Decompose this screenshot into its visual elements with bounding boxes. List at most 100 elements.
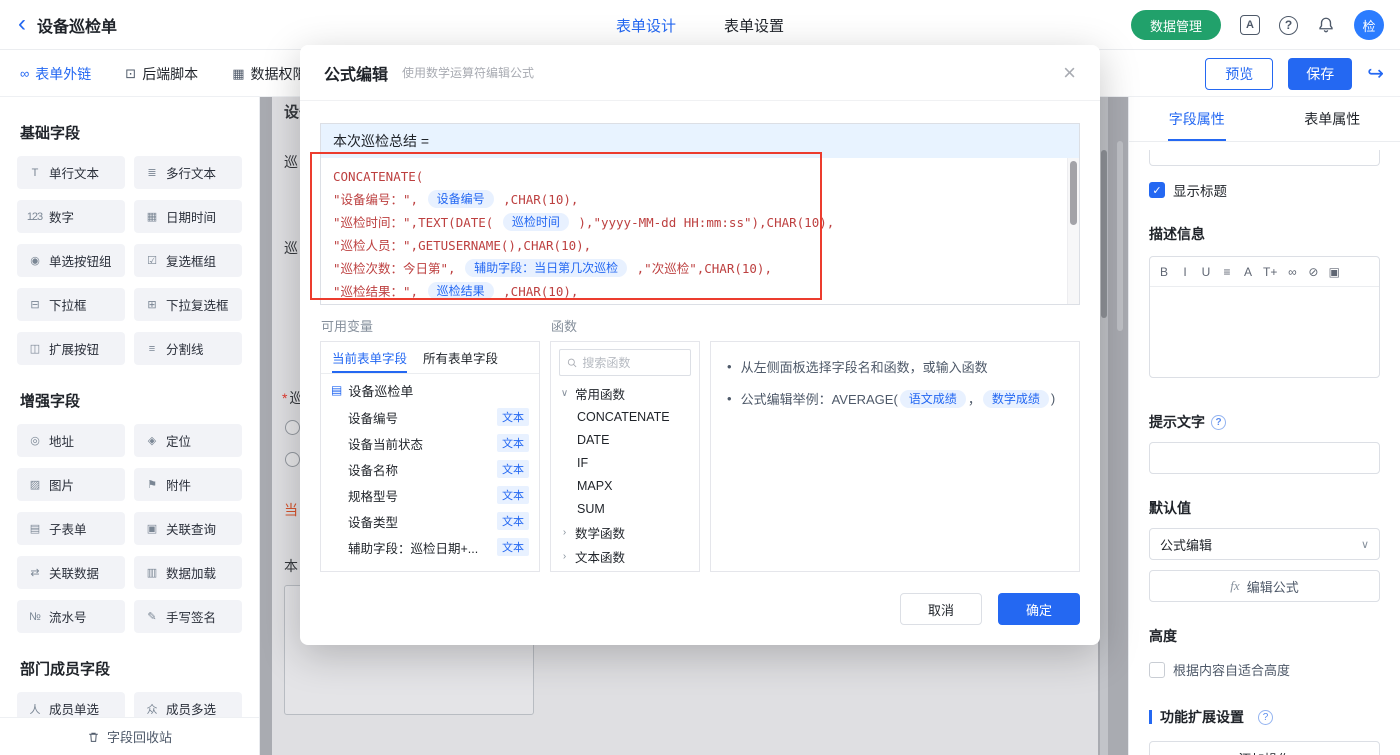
- hint-help-icon[interactable]: [1211, 415, 1226, 430]
- field-type-chip[interactable]: 123数字: [17, 200, 125, 233]
- function-item[interactable]: CONCATENATE: [551, 405, 699, 428]
- trash-icon: [87, 730, 100, 744]
- data-manage-button[interactable]: 数据管理: [1131, 10, 1221, 40]
- extension-help-icon[interactable]: [1258, 710, 1273, 725]
- font-size-icon[interactable]: T+: [1263, 265, 1277, 279]
- field-type-chip[interactable]: ⇄关联数据: [17, 556, 125, 589]
- hint-text-input[interactable]: [1149, 442, 1380, 474]
- formula-line: "巡检次数：今日第", 辅助字段：当日第几次巡检 ,"次巡检",CHAR(10)…: [333, 257, 1053, 280]
- edit-formula-button[interactable]: fx 编辑公式: [1149, 570, 1380, 602]
- function-item[interactable]: SUM: [551, 497, 699, 520]
- toolbar-link-form-external-link[interactable]: ∞表单外链: [20, 64, 91, 84]
- toolbar-actions: 预览 保存 ↪: [1205, 50, 1384, 97]
- variable-field-row[interactable]: 辅助字段：巡检日期+...文本: [321, 534, 539, 560]
- align-icon[interactable]: ≡: [1221, 265, 1233, 279]
- bold-icon[interactable]: B: [1158, 265, 1170, 279]
- link-icon[interactable]: ∞: [1286, 265, 1298, 279]
- formula-code-text: "巡检次数：今日第",: [333, 261, 463, 276]
- add-action-button[interactable]: 添加操作: [1149, 741, 1380, 755]
- function-item[interactable]: DATE: [551, 428, 699, 451]
- share-icon[interactable]: ↪: [1367, 64, 1384, 84]
- field-type-label: 成员单选: [49, 699, 99, 718]
- avatar[interactable]: 检: [1354, 10, 1384, 40]
- default-value-select[interactable]: 公式编辑: [1149, 528, 1380, 560]
- variable-field-row[interactable]: 设备名称文本: [321, 456, 539, 482]
- show-title-label: 显示标题: [1173, 180, 1227, 200]
- tab-all-form-fields[interactable]: 所有表单字段: [423, 342, 498, 373]
- function-group[interactable]: ∨常用函数: [551, 381, 699, 405]
- italic-icon[interactable]: I: [1179, 265, 1191, 279]
- field-type-chip[interactable]: ▤子表单: [17, 512, 125, 545]
- field-type-chip[interactable]: ▨图片: [17, 468, 125, 501]
- field-type-chip[interactable]: ☑复选框组: [134, 244, 242, 277]
- field-type-chip[interactable]: T单行文本: [17, 156, 125, 189]
- close-icon[interactable]: ×: [1063, 62, 1076, 84]
- description-editor[interactable]: BIU ≡ A T+ ∞ ⊘ ▣: [1149, 256, 1380, 378]
- function-search-input[interactable]: [582, 356, 683, 370]
- tab-form-properties[interactable]: 表单属性: [1265, 97, 1400, 141]
- field-type-chip[interactable]: ◈定位: [134, 424, 242, 457]
- field-type-label: 数字: [49, 207, 74, 226]
- height-label: 高度: [1149, 626, 1380, 646]
- formula-scrollbar-thumb[interactable]: [1070, 161, 1077, 225]
- function-group[interactable]: ›数学函数: [551, 520, 699, 544]
- form-tree-root[interactable]: 设备巡检单: [321, 376, 539, 404]
- unlink-icon[interactable]: ⊘: [1307, 265, 1319, 279]
- formula-code-text: "巡检时间：",TEXT(DATE(: [333, 215, 501, 230]
- field-type-chip[interactable]: ✎手写签名: [134, 600, 242, 633]
- canvas-field-label: 巡: [284, 152, 298, 172]
- title-input-partial[interactable]: [1149, 150, 1380, 166]
- show-title-checkbox[interactable]: [1149, 182, 1165, 198]
- function-item[interactable]: MAPX: [551, 474, 699, 497]
- auto-height-checkbox[interactable]: [1149, 662, 1165, 678]
- field-type-chip[interactable]: ⊞下拉复选框: [134, 288, 242, 321]
- field-recycle-bin[interactable]: 字段回收站: [0, 717, 259, 755]
- image-icon[interactable]: ▣: [1328, 265, 1340, 279]
- function-item[interactable]: IF: [551, 451, 699, 474]
- canvas-scrollbar-thumb[interactable]: [1101, 150, 1107, 318]
- confirm-button[interactable]: 确定: [998, 593, 1080, 625]
- datetime-icon: ▦: [143, 210, 160, 223]
- formula-scrollbar-track[interactable]: [1067, 158, 1079, 304]
- field-type-chip[interactable]: ⊟下拉框: [17, 288, 125, 321]
- field-type-chip[interactable]: ≣多行文本: [134, 156, 242, 189]
- field-type-chip[interactable]: ◉单选按钮组: [17, 244, 125, 277]
- variable-field-row[interactable]: 设备当前状态文本: [321, 430, 539, 456]
- cancel-button[interactable]: 取消: [900, 593, 982, 625]
- field-type-chip[interactable]: ⚑附件: [134, 468, 242, 501]
- field-type-chip[interactable]: ▥数据加载: [134, 556, 242, 589]
- field-type-label: 下拉框: [49, 295, 87, 314]
- language-icon[interactable]: A: [1240, 15, 1260, 35]
- radio-option[interactable]: [285, 452, 300, 467]
- formula-code-area[interactable]: CONCATENATE("设备编号：", 设备编号 ,CHAR(10),"巡检时…: [321, 158, 1079, 304]
- variable-field-row[interactable]: 设备编号文本: [321, 404, 539, 430]
- field-type-chip[interactable]: ◫扩展按钮: [17, 332, 125, 365]
- help-icon[interactable]: ?: [1279, 16, 1298, 35]
- font-color-icon[interactable]: A: [1242, 265, 1254, 279]
- back-icon[interactable]: ‹: [18, 12, 26, 36]
- field-type-chip[interactable]: ▣关联查询: [134, 512, 242, 545]
- field-type-chip[interactable]: ▦日期时间: [134, 200, 242, 233]
- variable-field-row[interactable]: 设备类型文本: [321, 508, 539, 534]
- function-group[interactable]: ›文本函数: [551, 544, 699, 568]
- tab-field-properties[interactable]: 字段属性: [1129, 97, 1265, 141]
- formula-line: "巡检时间：",TEXT(DATE( 巡检时间 ),"yyyy-MM-dd HH…: [333, 211, 1053, 234]
- save-button[interactable]: 保存: [1288, 58, 1352, 90]
- field-type-label: 图片: [49, 475, 74, 494]
- toolbar-link-data-permission[interactable]: ▦数据权限: [232, 64, 306, 84]
- preview-button[interactable]: 预览: [1205, 58, 1273, 90]
- notification-bell-icon[interactable]: [1317, 16, 1335, 34]
- tab-current-form-fields[interactable]: 当前表单字段: [332, 342, 407, 373]
- variable-field-row[interactable]: 规格型号文本: [321, 482, 539, 508]
- toolbar-link-backend-script[interactable]: ⊡后端脚本: [125, 64, 198, 84]
- radio-option[interactable]: [285, 420, 300, 435]
- checkbox-group-icon: ☑: [143, 254, 160, 267]
- tab-form-settings[interactable]: 表单设置: [724, 15, 784, 36]
- field-type-chip[interactable]: ◎地址: [17, 424, 125, 457]
- field-type-chip[interactable]: ≡分割线: [134, 332, 242, 365]
- underline-icon[interactable]: U: [1200, 265, 1212, 279]
- panel-scrollbar-thumb[interactable]: [1117, 141, 1123, 331]
- member-multi-icon: 众: [143, 701, 160, 717]
- tab-form-design[interactable]: 表单设计: [616, 15, 676, 36]
- field-type-chip[interactable]: №流水号: [17, 600, 125, 633]
